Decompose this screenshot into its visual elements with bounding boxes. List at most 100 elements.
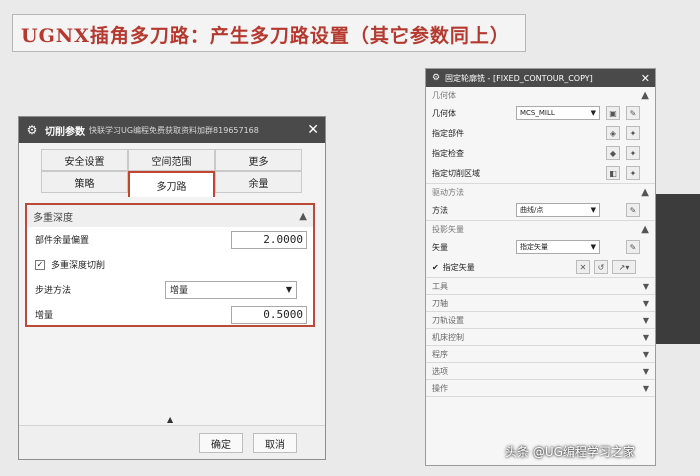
title-banner: UGNX插角多刀路：产生多刀路设置（其它参数同上）: [12, 14, 526, 52]
increment-label: 增量: [35, 311, 54, 321]
flashlight-icon[interactable]: ✦: [626, 146, 640, 160]
close-icon[interactable]: ✕: [307, 122, 319, 138]
chevron-down-icon[interactable]: ▼: [643, 350, 649, 359]
tab-safety[interactable]: 安全设置: [41, 149, 128, 171]
geometry-section: 几何体 ▲ 几何体 MCS_MILL ▼ ▣ ✎ 指定部件 ◈ ✦ 指定检查 ◆…: [426, 87, 655, 184]
section-title: 机床控制: [432, 332, 464, 342]
step-method-select[interactable]: 增量 ▼: [165, 280, 297, 299]
edit-icon[interactable]: ✎: [626, 240, 640, 254]
section-title: 程序: [432, 349, 448, 359]
section-tool[interactable]: 工具 ▼: [426, 278, 655, 295]
select-check-icon[interactable]: ◆: [606, 146, 620, 160]
flashlight-icon[interactable]: ✦: [626, 126, 640, 140]
section-header[interactable]: 几何体 ▲: [426, 87, 655, 103]
edit-icon[interactable]: ✎: [626, 106, 640, 120]
chevron-up-icon[interactable]: ▲: [641, 224, 649, 235]
select-part-icon[interactable]: ◈: [606, 126, 620, 140]
check-label: 指定检查: [432, 148, 464, 158]
tab-multiple-passes[interactable]: 多刀路: [128, 171, 215, 197]
section-title: 刀轨设置: [432, 315, 464, 325]
group-header[interactable]: 多重深度 ▲: [27, 205, 313, 227]
dropdown-arrow-icon: ▼: [590, 109, 596, 117]
chevron-down-icon[interactable]: ▼: [643, 282, 649, 291]
cancel-button[interactable]: 取消: [253, 433, 297, 453]
check-mark-icon: ✔: [432, 262, 439, 272]
expand-arrow-icon[interactable]: ▲: [167, 415, 173, 424]
ok-button[interactable]: 确定: [199, 433, 243, 453]
tab-space-range[interactable]: 空间范围: [128, 149, 215, 171]
chevron-down-icon[interactable]: ▼: [643, 316, 649, 325]
vector-dropdown-icon[interactable]: ↗▾: [612, 260, 636, 274]
section-program[interactable]: 程序 ▼: [426, 346, 655, 363]
method-row: 方法 曲线/点 ▼ ✎: [426, 200, 655, 220]
step-method-row: 步进方法 增量 ▼: [27, 277, 313, 302]
drive-method-section: 驱动方法 ▲ 方法 曲线/点 ▼ ✎: [426, 184, 655, 221]
gear-icon: ⚙: [26, 123, 38, 137]
section-options[interactable]: 选项 ▼: [426, 363, 655, 380]
section-title: 驱动方法: [432, 187, 464, 197]
cutting-parameters-dialog: ⚙ 切削参数 快联学习UG编程免费获取资料加群819657168 ✕ 安全设置 …: [18, 116, 326, 460]
dialog-title: 切削参数: [45, 126, 85, 138]
section-title: 选项: [432, 366, 448, 376]
tab-stock[interactable]: 余量: [215, 171, 302, 193]
section-header[interactable]: 投影矢量 ▲: [426, 221, 655, 237]
dropdown-arrow-icon: ▼: [285, 285, 292, 294]
part-row: 指定部件 ◈ ✦: [426, 123, 655, 143]
vector-label: 矢量: [432, 242, 448, 252]
group-title: 多重深度: [33, 212, 73, 224]
dialog-footer: 确定 取消: [19, 425, 325, 459]
chevron-down-icon[interactable]: ▼: [643, 333, 649, 342]
geometry-label: 几何体: [432, 108, 456, 118]
flashlight-icon[interactable]: ✦: [626, 166, 640, 180]
dialog-subtitle: 快联学习UG编程免费获取资料加群819657168: [89, 125, 259, 135]
tab-bar: 安全设置 空间范围 更多 策略 多刀路 余量: [41, 149, 303, 197]
step-method-label: 步进方法: [35, 286, 72, 296]
increment-row: 增量 0.5000: [27, 302, 313, 327]
chevron-up-icon[interactable]: ▲: [299, 211, 307, 222]
spec-vector-label: 指定矢量: [442, 262, 475, 272]
multi-depth-checkbox[interactable]: ✓: [35, 259, 45, 270]
panel-title-bar: ⚙ 固定轮廓铣 - [FIXED_CONTOUR_COPY] ✕: [426, 69, 655, 87]
section-path-settings[interactable]: 刀轨设置 ▼: [426, 312, 655, 329]
section-title: 工具: [432, 281, 448, 291]
vector-row: 矢量 指定矢量 ▼ ✎: [426, 237, 655, 257]
close-icon[interactable]: ✕: [641, 72, 650, 85]
geometry-row: 几何体 MCS_MILL ▼ ▣ ✎: [426, 103, 655, 123]
graphics-window-edge: [656, 194, 700, 344]
multiple-depth-group: 多重深度 ▲ 部件余量偏置 2.0000 ✓ 多重深度切削 步进方法 增量 ▼ …: [25, 203, 315, 327]
tab-strategy[interactable]: 策略: [41, 171, 128, 193]
section-header[interactable]: 驱动方法 ▲: [426, 184, 655, 200]
multi-depth-label: 多重深度切削: [51, 261, 106, 271]
method-value: 曲线/点: [520, 206, 544, 214]
section-actions[interactable]: 操作 ▼: [426, 380, 655, 397]
edit-icon[interactable]: ✎: [626, 203, 640, 217]
method-label: 方法: [432, 205, 448, 215]
chevron-down-icon[interactable]: ▼: [643, 299, 649, 308]
check-row: 指定检查 ◆ ✦: [426, 143, 655, 163]
section-machine-control[interactable]: 机床控制 ▼: [426, 329, 655, 346]
increment-input[interactable]: 0.5000: [231, 305, 307, 324]
method-select[interactable]: 曲线/点 ▼: [516, 203, 600, 217]
chevron-up-icon[interactable]: ▲: [641, 90, 649, 101]
tab-more[interactable]: 更多: [215, 149, 302, 171]
stock-offset-label: 部件余量偏置: [35, 236, 90, 246]
stock-offset-input[interactable]: 2.0000: [231, 230, 307, 249]
panel-title: 固定轮廓铣 - [FIXED_CONTOUR_COPY]: [445, 73, 593, 83]
section-title: 操作: [432, 383, 448, 393]
cross-icon[interactable]: ✕: [576, 260, 590, 274]
spec-vector-row: ✔ 指定矢量 ✕ ↺ ↗▾: [426, 257, 655, 277]
geometry-select[interactable]: MCS_MILL ▼: [516, 106, 600, 120]
chevron-down-icon[interactable]: ▼: [643, 367, 649, 376]
section-title: 投影矢量: [432, 224, 464, 234]
new-geometry-icon[interactable]: ▣: [606, 106, 620, 120]
vector-select[interactable]: 指定矢量 ▼: [516, 240, 600, 254]
vector-value: 指定矢量: [520, 243, 548, 251]
section-tool-axis[interactable]: 刀轴 ▼: [426, 295, 655, 312]
projection-vector-section: 投影矢量 ▲ 矢量 指定矢量 ▼ ✎ ✔ 指定矢量 ✕ ↺ ↗▾: [426, 221, 655, 278]
chevron-down-icon[interactable]: ▼: [643, 384, 649, 393]
select-cut-area-icon[interactable]: ◧: [606, 166, 620, 180]
reverse-icon[interactable]: ↺: [594, 260, 608, 274]
fixed-contour-panel: ⚙ 固定轮廓铣 - [FIXED_CONTOUR_COPY] ✕ 几何体 ▲ 几…: [425, 68, 656, 466]
chevron-up-icon[interactable]: ▲: [641, 187, 649, 198]
watermark: 头条 @UG编程学习之家: [505, 445, 635, 459]
